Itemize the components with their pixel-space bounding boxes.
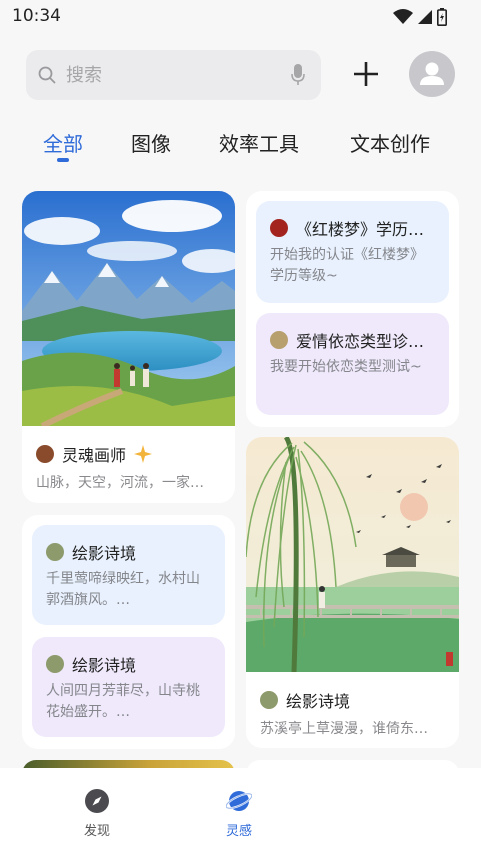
card-author: 绘影诗境	[260, 688, 445, 712]
prompt-body: 千里莺啼绿映红，水村山郭酒旗风。…	[46, 571, 200, 608]
nav-item-discover[interactable]: 发现	[67, 788, 127, 839]
feed-card-prompts-b: 绘影诗境 千里莺啼绿映红，水村山郭酒旗风。… 绘影诗境 人间四月芳菲尽，山寺桃花…	[22, 515, 235, 749]
battery-icon	[437, 8, 447, 26]
wifi-icon	[393, 9, 413, 24]
prompt-title-row: 绘影诗境	[46, 652, 211, 676]
prompt-title: 绘影诗境	[72, 656, 137, 675]
prompt-item[interactable]: 绘影诗境 千里莺啼绿映红，水村山郭酒旗风。…	[32, 525, 225, 625]
card-description: 山脉，天空，河流，一家…	[36, 475, 204, 491]
search-row	[26, 50, 456, 102]
card-meta: 绘影诗境 苏溪亭上草漫漫，谁倚东…	[246, 672, 459, 738]
add-button[interactable]	[350, 58, 382, 90]
search-input[interactable]	[66, 62, 266, 88]
compass-icon	[85, 789, 109, 813]
prompt-body: 人间四月芳菲尽，山寺桃花始盛开。…	[46, 683, 200, 720]
nav-label: 发现	[83, 824, 110, 839]
author-name: 绘影诗境	[286, 692, 351, 711]
prompt-avatar	[46, 543, 64, 561]
status-time: 10:34	[12, 6, 61, 26]
bottom-navigation: 发现 灵感	[0, 768, 481, 855]
prompt-item[interactable]: 爱情依恋类型诊… 我要开始依恋类型测试~	[256, 313, 449, 415]
status-icons	[393, 8, 447, 26]
prompt-title: 绘影诗境	[72, 544, 137, 563]
feed-card-landscape[interactable]: 灵魂画师 山脉，天空，河流，一家…	[22, 191, 235, 503]
prompt-avatar	[46, 655, 64, 673]
prompt-title: 爱情依恋类型诊…	[296, 332, 425, 351]
prompt-title-row: 绘影诗境	[46, 540, 211, 564]
nav-item-inspiration[interactable]: 灵感	[209, 788, 269, 839]
status-bar: 10:34	[0, 0, 481, 34]
search-bar[interactable]	[26, 50, 321, 100]
prompt-item[interactable]: 绘影诗境 人间四月芳菲尽，山寺桃花始盛开。…	[32, 637, 225, 737]
prompt-avatar	[270, 219, 288, 237]
user-icon	[420, 62, 444, 85]
author-name: 灵魂画师	[62, 446, 127, 465]
feed-card-prompts-a: 《红楼梦》学历… 开始我的认证《红楼梦》学历等级~ 爱情依恋类型诊… 我要开始依…	[246, 191, 459, 427]
prompt-body: 开始我的认证《红楼梦》学历等级~	[270, 247, 424, 284]
card-author: 灵魂画师	[36, 442, 221, 466]
tab-productivity-tools[interactable]: 效率工具	[219, 128, 299, 157]
author-avatar	[260, 691, 278, 709]
search-icon	[38, 66, 56, 84]
card-meta: 灵魂画师 山脉，天空，河流，一家…	[22, 426, 235, 492]
author-avatar	[36, 445, 54, 463]
tab-all[interactable]: 全部	[43, 128, 83, 157]
willow-painting-image	[246, 437, 459, 672]
prompt-title: 《红楼梦》学历…	[296, 220, 425, 239]
prompt-title-row: 《红楼梦》学历…	[270, 216, 435, 240]
signal-icon	[418, 10, 432, 24]
prompt-item[interactable]: 《红楼梦》学历… 开始我的认证《红楼梦》学历等级~	[256, 201, 449, 303]
planet-icon	[226, 791, 252, 811]
tab-indicator	[57, 158, 69, 162]
nav-label: 灵感	[225, 824, 252, 839]
card-description: 苏溪亭上草漫漫，谁倚东…	[260, 721, 428, 737]
prompt-body: 我要开始依恋类型测试~	[270, 359, 422, 375]
tab-text-creation[interactable]: 文本创作	[350, 128, 430, 157]
microphone-icon[interactable]	[291, 64, 305, 86]
tab-image[interactable]: 图像	[131, 128, 171, 157]
avatar[interactable]	[409, 51, 455, 97]
feed-card-willow[interactable]: 绘影诗境 苏溪亭上草漫漫，谁倚东…	[246, 437, 459, 748]
prompt-title-row: 爱情依恋类型诊…	[270, 328, 435, 352]
landscape-image	[22, 191, 235, 426]
prompt-avatar	[270, 331, 288, 349]
category-tabs: 全部 图像 效率工具 文本创作	[0, 128, 481, 168]
sparkle-badge-icon	[134, 445, 153, 463]
